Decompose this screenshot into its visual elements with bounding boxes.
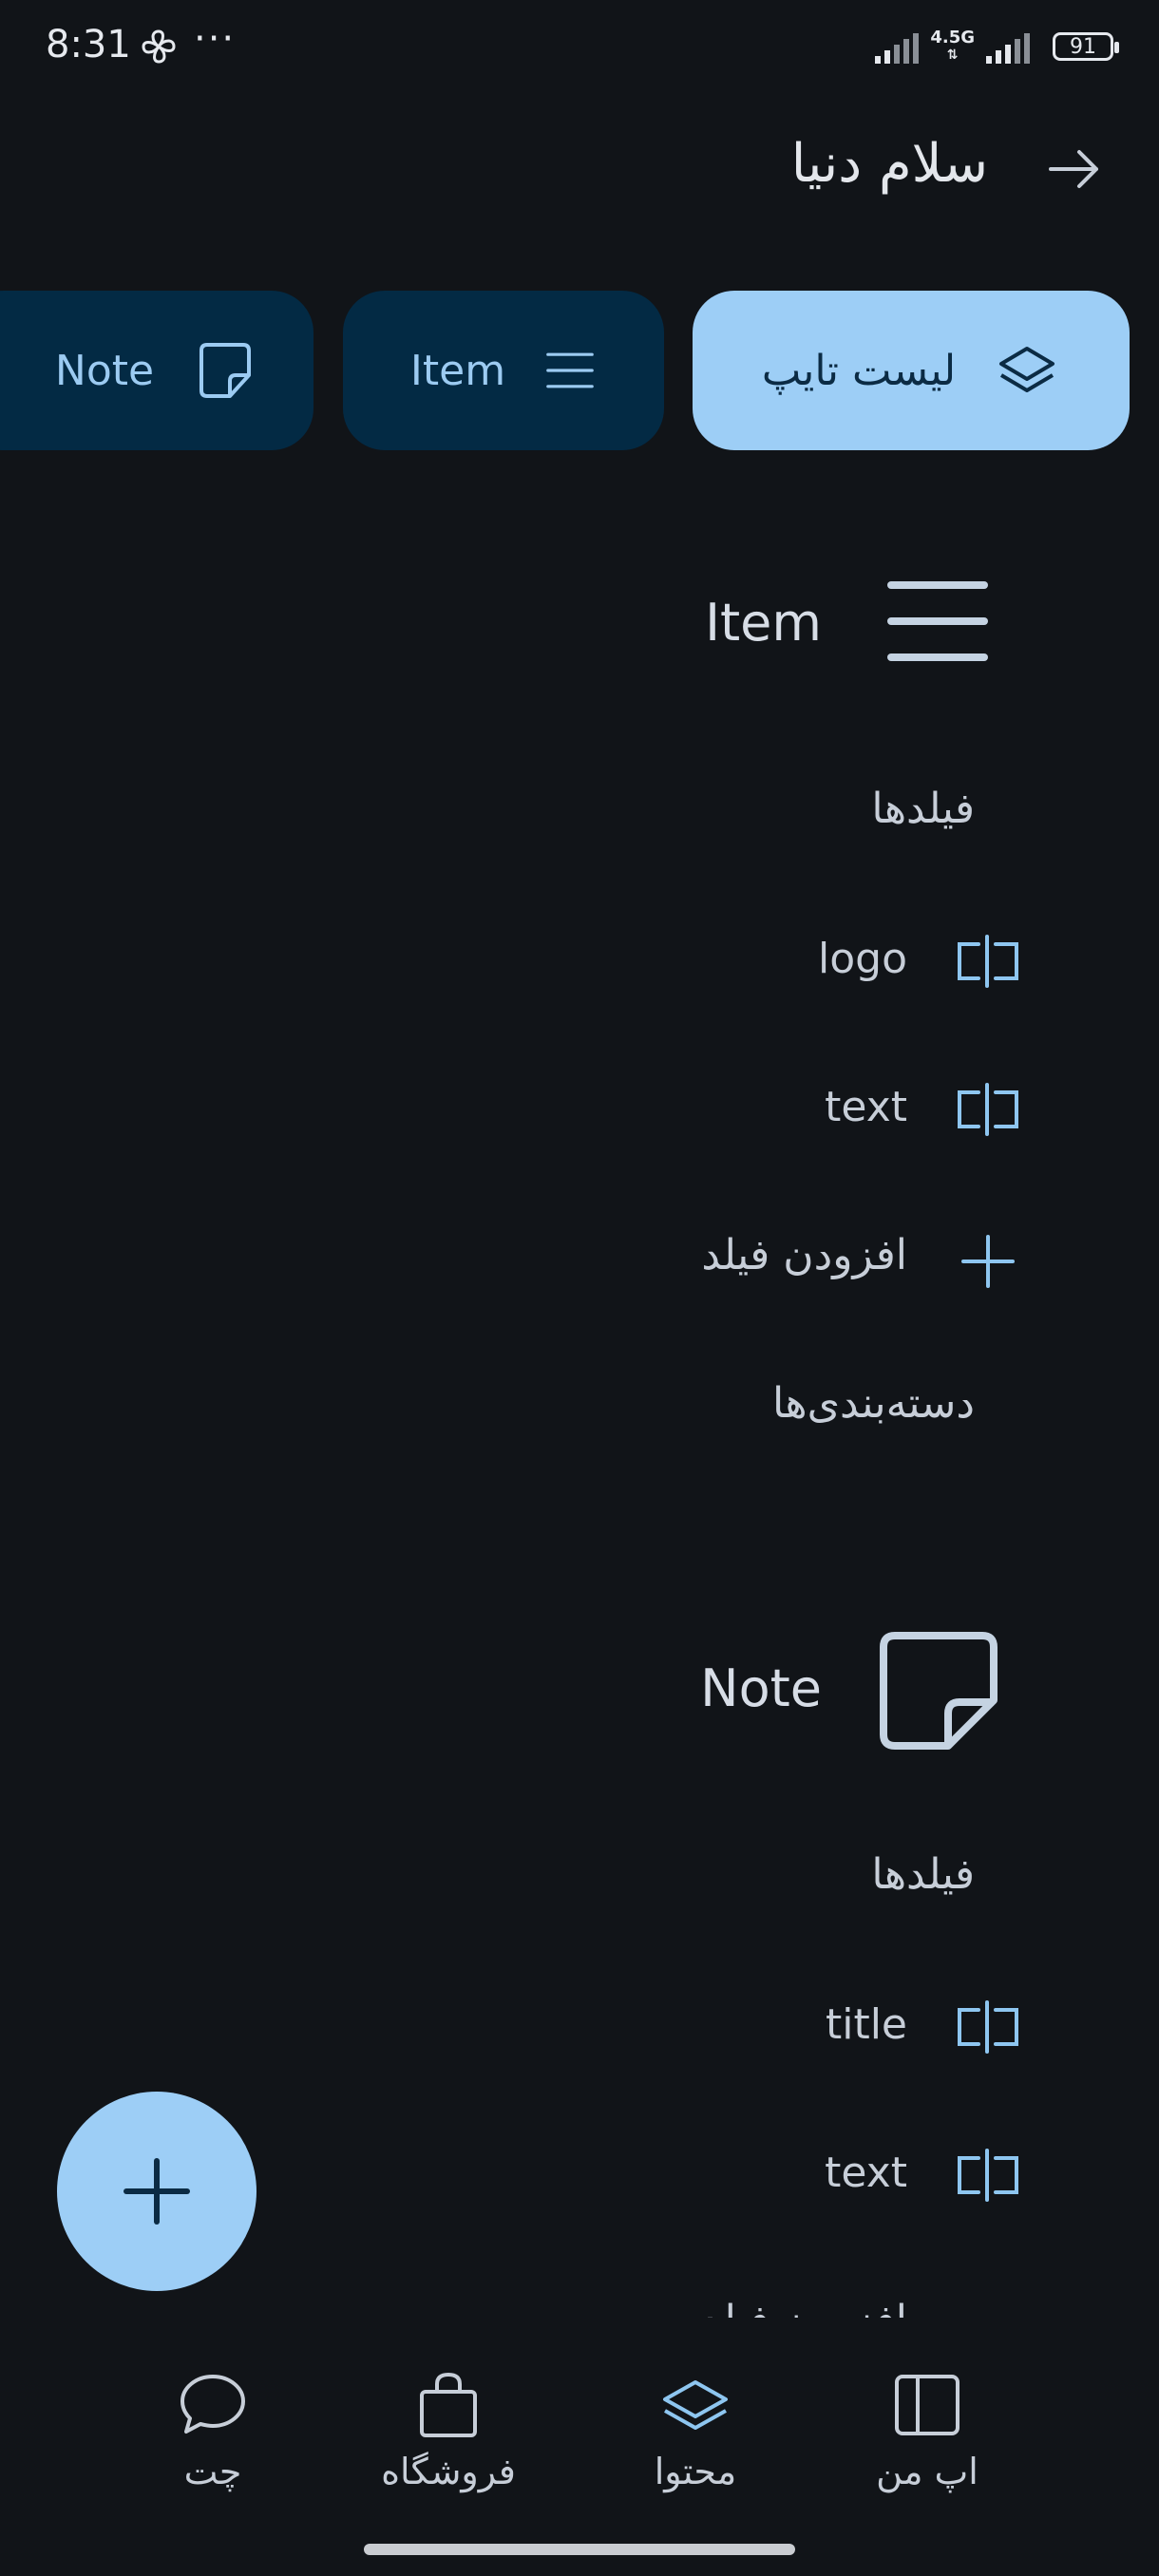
categories-heading: دسته‌بندی‌ها (772, 1379, 975, 1428)
nav-store[interactable]: فروشگاه (353, 2369, 543, 2492)
nav-label: اپ من (876, 2451, 978, 2492)
field-text-label[interactable]: text (825, 2149, 907, 2197)
nav-label: فروشگاه (381, 2451, 516, 2492)
status-indicators: 4.5G ⇅ 91 (873, 25, 1119, 68)
menu-lines-icon (546, 352, 594, 388)
text-field-icon (958, 2149, 1018, 2202)
nav-content[interactable]: محتوا (600, 2369, 790, 2492)
signal-icon (875, 33, 920, 64)
section-title-note: Note (700, 1658, 822, 1718)
fields-heading: فیلدها (871, 1850, 975, 1899)
add-fab-button[interactable] (57, 2092, 256, 2291)
add-field-button[interactable]: افزودن فیلد (701, 1231, 907, 1279)
chip-label: لیست تایپ (761, 346, 957, 395)
nav-label: محتوا (654, 2451, 737, 2492)
nav-my-app[interactable]: اپ من (832, 2369, 1022, 2492)
layers-icon (663, 2380, 728, 2430)
chip-type-list[interactable]: لیست تایپ (693, 291, 1130, 450)
network-type: 4.5G ⇅ (930, 28, 975, 64)
plus-icon[interactable] (960, 1233, 1016, 1290)
home-indicator[interactable] (364, 2544, 795, 2555)
nav-chat[interactable]: چت (118, 2369, 308, 2492)
layers-icon (999, 347, 1055, 392)
fields-heading: فیلدها (871, 785, 975, 833)
section-title-item: Item (705, 593, 822, 653)
status-time: 8:31 (46, 23, 131, 66)
battery-icon: 91 (1053, 32, 1119, 61)
chat-bubble-icon (180, 2375, 245, 2434)
note-icon (200, 343, 252, 398)
menu-lines-icon (887, 581, 988, 661)
text-field-icon (958, 935, 1018, 988)
text-field-icon (958, 1083, 1018, 1136)
chip-item[interactable]: Item (343, 291, 664, 450)
page-title: سلام دنیا (790, 133, 988, 195)
nav-label: چت (183, 2451, 242, 2492)
chip-note[interactable]: Note (0, 291, 314, 450)
fan-icon (142, 29, 176, 64)
panel-icon (895, 2375, 960, 2435)
chip-label: Note (54, 346, 155, 395)
arrow-right-icon[interactable] (1045, 142, 1104, 196)
more-dots-icon: ··· (194, 17, 237, 61)
plus-icon (124, 2158, 190, 2225)
field-logo-label[interactable]: logo (818, 935, 907, 983)
note-icon (880, 1632, 998, 1750)
text-field-icon (958, 2000, 1018, 2054)
field-text-label[interactable]: text (825, 1083, 907, 1131)
field-title-label[interactable]: title (826, 2000, 907, 2049)
signal-icon-2 (986, 33, 1030, 64)
chip-label: Item (409, 346, 506, 395)
shopping-bag-icon (420, 2373, 477, 2437)
